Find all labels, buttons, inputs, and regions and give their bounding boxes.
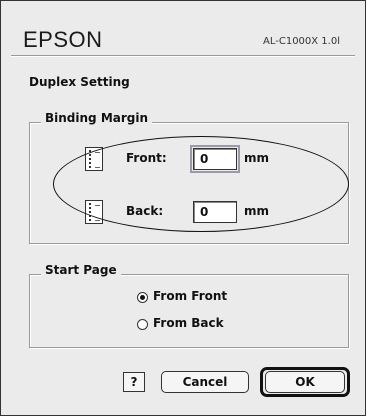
highlight-oval	[53, 136, 349, 232]
start-page-group	[29, 274, 349, 348]
start-page-legend: Start Page	[41, 263, 121, 277]
binding-margin-legend: Binding Margin	[41, 111, 153, 125]
ok-button[interactable]: OK	[265, 371, 345, 393]
from-back-label[interactable]: From Back	[153, 316, 224, 330]
from-front-radio[interactable]	[137, 292, 148, 303]
duplex-setting-dialog: EPSON AL-C1000X 1.0l Duplex Setting Bind…	[0, 0, 366, 416]
model-version: AL-C1000X 1.0l	[263, 36, 340, 47]
help-button[interactable]: ?	[123, 372, 145, 392]
cancel-button[interactable]: Cancel	[161, 371, 249, 393]
from-back-radio[interactable]	[137, 319, 148, 330]
from-front-label[interactable]: From Front	[153, 289, 227, 303]
brand-logo: EPSON	[23, 27, 103, 52]
header-divider	[11, 55, 355, 57]
dialog-title: Duplex Setting	[29, 75, 130, 89]
